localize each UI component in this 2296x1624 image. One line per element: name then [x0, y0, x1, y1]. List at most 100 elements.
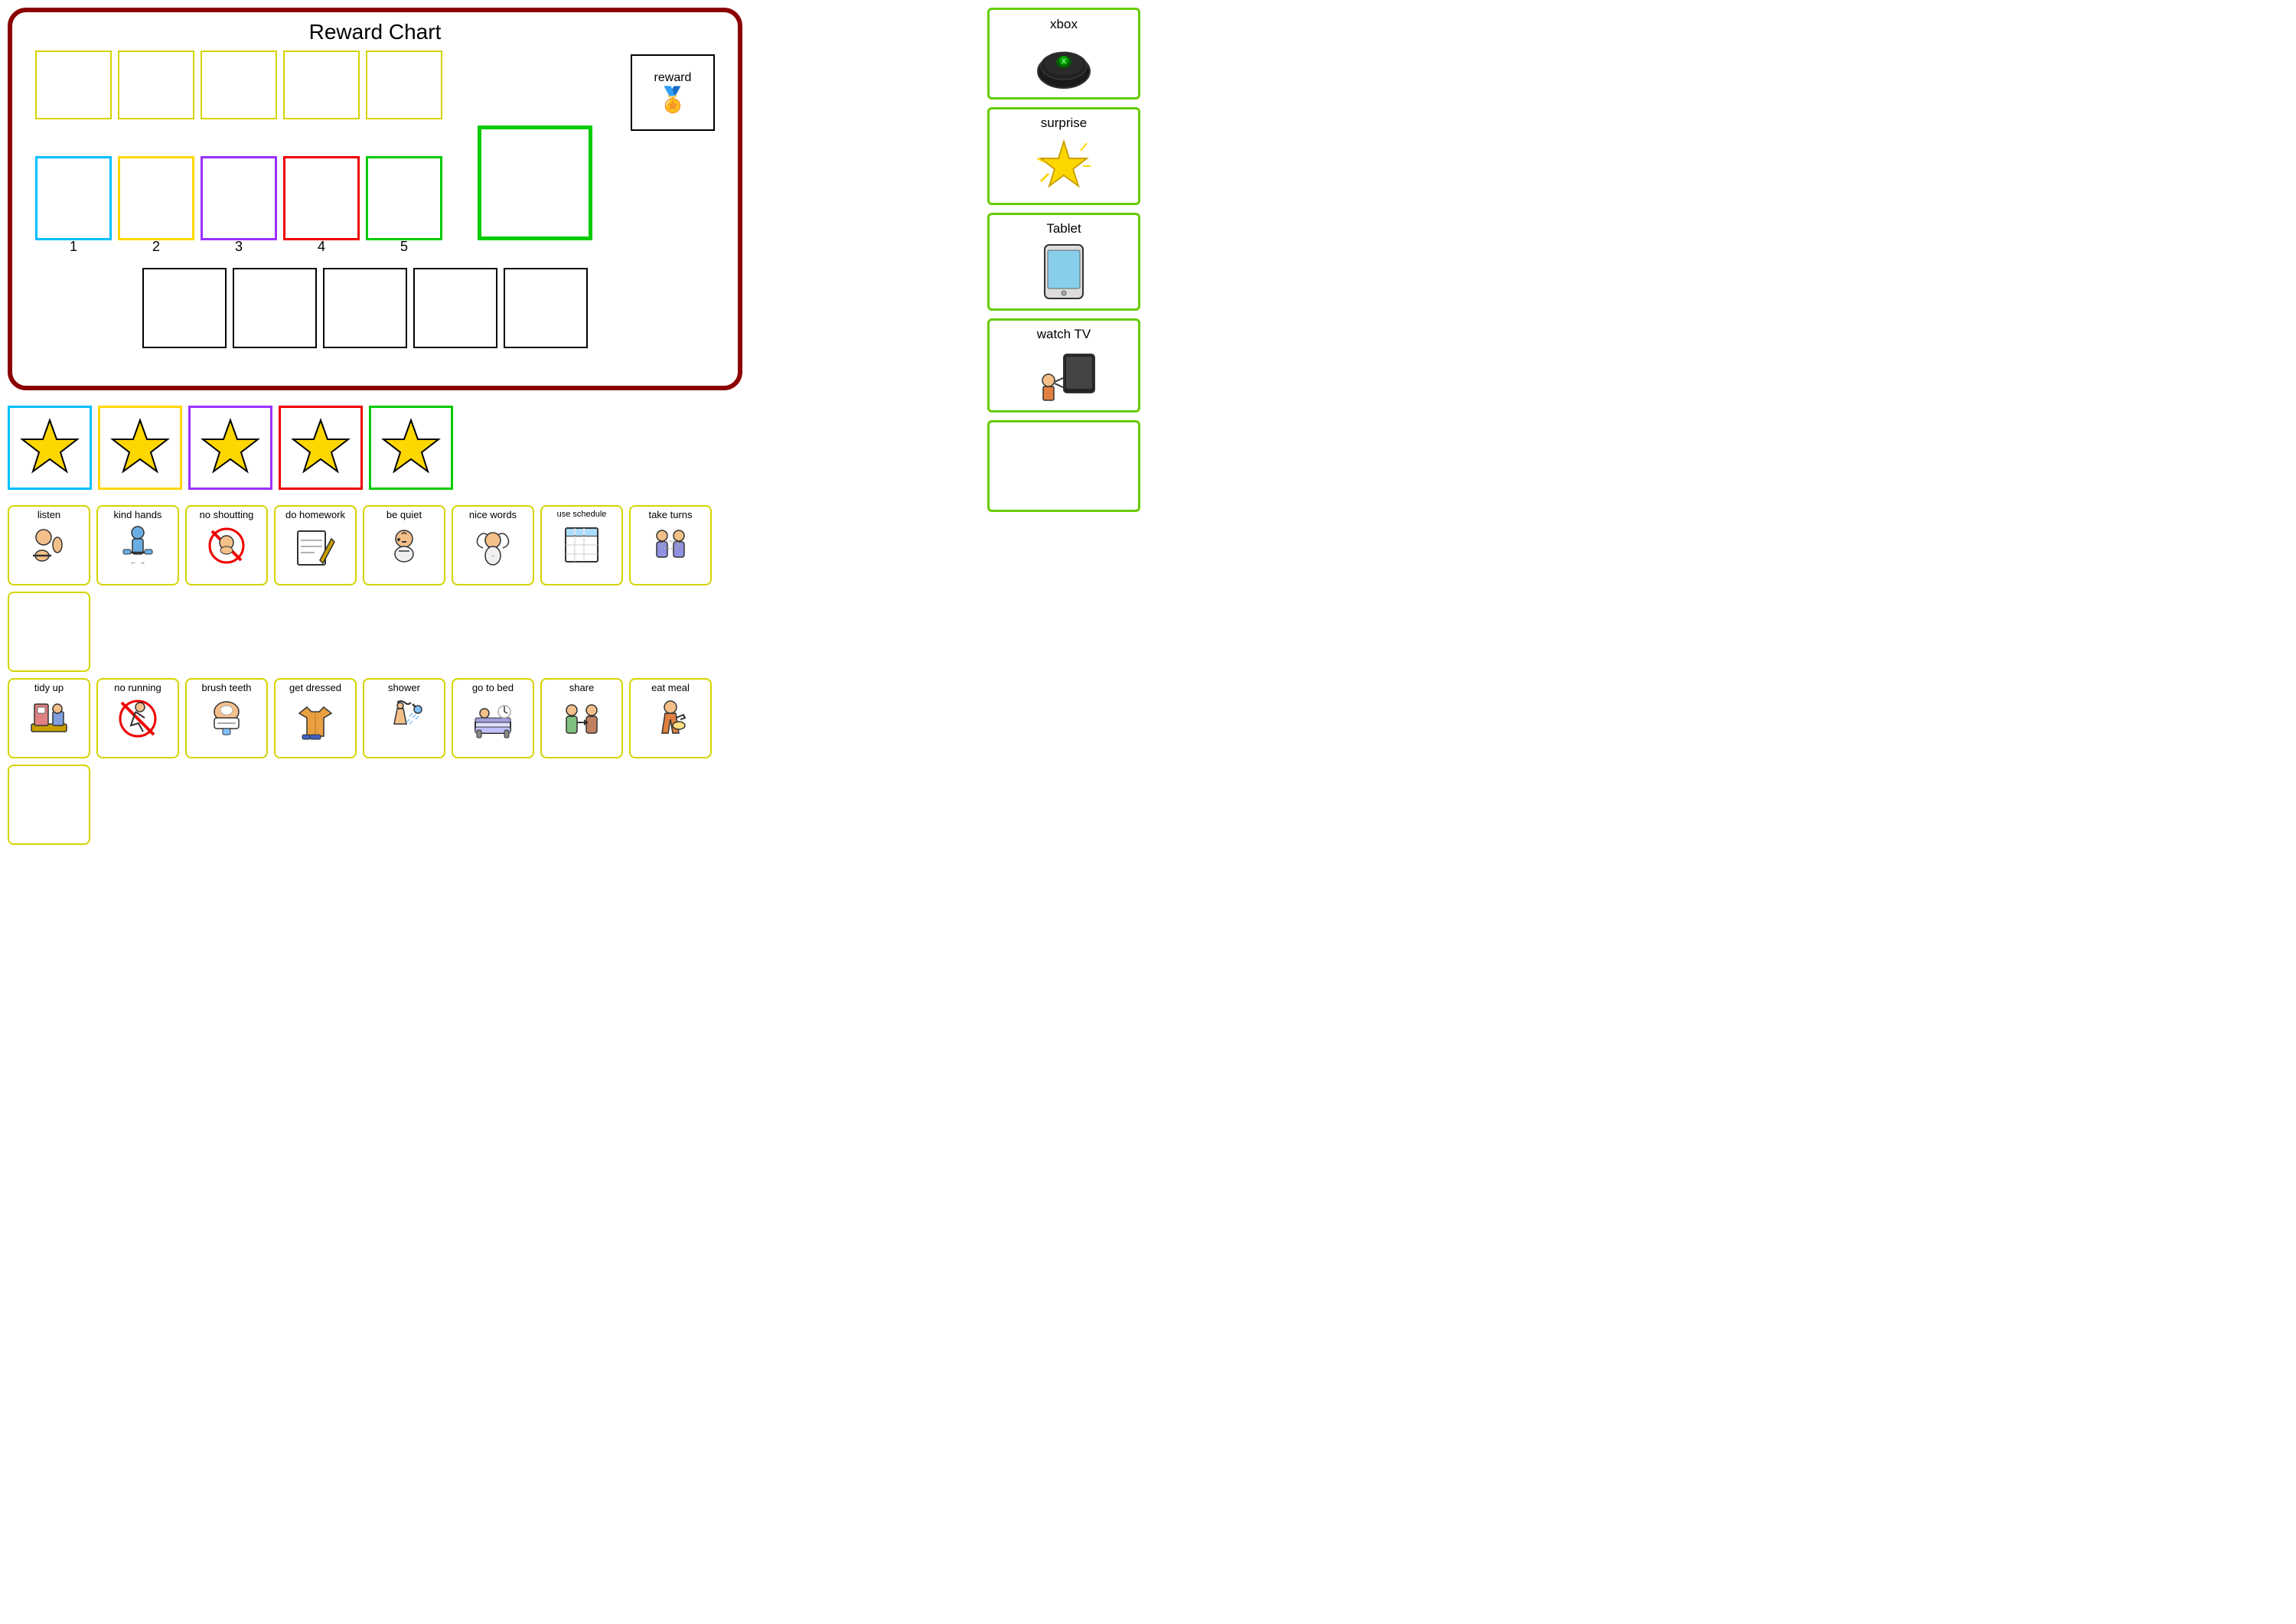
reward-blank[interactable] — [987, 420, 1140, 512]
star-icon-5 — [380, 417, 442, 478]
card-get-dressed-label: get dressed — [289, 683, 341, 693]
card-tidy-up-label: tidy up — [34, 683, 64, 693]
share-icon — [558, 695, 605, 742]
top-box-1[interactable] — [35, 51, 112, 119]
go-to-bed-icon — [469, 695, 517, 742]
card-use-schedule[interactable]: use schedule — [540, 505, 623, 585]
reward-surprise-label: surprise — [1041, 116, 1087, 131]
star-purple[interactable] — [188, 406, 272, 490]
surprise-icon — [1033, 135, 1094, 197]
card-no-running-label: no running — [114, 683, 161, 693]
card-do-homework-label: do homework — [285, 510, 345, 520]
card-listen[interactable]: listen — [8, 505, 90, 585]
card-blank-2[interactable] — [8, 765, 90, 845]
reward-chart: Reward Chart reward 🏅 1 2 3 4 5 — [8, 8, 742, 390]
bottom-box-4[interactable] — [413, 268, 497, 348]
bottom-box-2[interactable] — [233, 268, 317, 348]
colored-boxes-row: 1 2 3 4 5 — [20, 126, 730, 240]
tidy-up-icon — [25, 695, 73, 742]
colored-box-2[interactable]: 2 — [118, 156, 194, 240]
use-schedule-icon — [558, 520, 605, 568]
no-running-icon — [114, 695, 161, 742]
star-green[interactable] — [369, 406, 453, 490]
card-share-label: share — [569, 683, 595, 693]
card-eat-meal[interactable]: eat meal — [629, 678, 712, 758]
star-icon-1 — [19, 417, 80, 478]
colored-box-3[interactable]: 3 — [201, 156, 277, 240]
card-shower[interactable]: shower — [363, 678, 445, 758]
card-no-running[interactable]: no running — [96, 678, 179, 758]
card-be-quiet-label: be quiet — [386, 510, 422, 520]
star-cyan[interactable] — [8, 406, 92, 490]
no-shouting-icon — [203, 522, 250, 569]
reward-display-box: reward 🏅 — [631, 54, 715, 131]
reward-surprise[interactable]: surprise — [987, 107, 1140, 205]
large-green-box[interactable] — [478, 126, 592, 240]
brush-teeth-icon — [203, 695, 250, 742]
star-icon-2 — [109, 417, 171, 478]
card-share[interactable]: share — [540, 678, 623, 758]
reward-label: reward — [654, 71, 692, 85]
cards-row-1: listen kind hands ← → — [8, 505, 742, 672]
card-blank-1[interactable] — [8, 592, 90, 672]
card-tidy-up[interactable]: tidy up — [8, 678, 90, 758]
box-num-3: 3 — [235, 239, 243, 255]
box-num-1: 1 — [70, 239, 77, 255]
card-go-to-bed-label: go to bed — [472, 683, 514, 693]
top-box-4[interactable] — [283, 51, 360, 119]
eat-meal-icon — [647, 695, 694, 742]
card-go-to-bed[interactable]: go to bed — [452, 678, 534, 758]
svg-text:~: ~ — [491, 553, 495, 561]
reward-tablet-label: Tablet — [1046, 221, 1081, 236]
behavior-cards-section: listen kind hands ← → — [8, 505, 742, 851]
card-listen-label: listen — [38, 510, 60, 520]
box-num-2: 2 — [152, 239, 160, 255]
colored-box-4[interactable]: 4 — [283, 156, 360, 240]
card-take-turns[interactable]: take turns — [629, 505, 712, 585]
colored-box-1[interactable]: 1 — [35, 156, 112, 240]
reward-xbox[interactable]: xbox X — [987, 8, 1140, 99]
box-num-4: 4 — [318, 239, 325, 255]
card-brush-teeth-label: brush teeth — [201, 683, 251, 693]
card-take-turns-label: take turns — [648, 510, 692, 520]
reward-watch-tv[interactable]: watch TV — [987, 318, 1140, 413]
svg-text:← →: ← → — [130, 558, 146, 566]
card-kind-hands[interactable]: kind hands ← → — [96, 505, 179, 585]
bottom-box-3[interactable] — [323, 268, 407, 348]
colored-box-5[interactable]: 5 — [366, 156, 442, 240]
star-yellow[interactable] — [98, 406, 182, 490]
card-get-dressed[interactable]: get dressed — [274, 678, 357, 758]
star-red[interactable] — [279, 406, 363, 490]
cards-row-2: tidy up no running — [8, 678, 742, 845]
top-box-2[interactable] — [118, 51, 194, 119]
top-boxes-row — [20, 51, 730, 119]
bottom-box-1[interactable] — [142, 268, 227, 348]
nice-words-icon: ~ — [469, 522, 517, 569]
be-quiet-icon — [380, 522, 428, 569]
card-nice-words-label: nice words — [469, 510, 517, 520]
listen-icon — [25, 522, 73, 569]
top-box-5[interactable] — [366, 51, 442, 119]
card-no-shouting-label: no shoutting — [200, 510, 254, 520]
kind-hands-icon: ← → — [114, 522, 161, 569]
reward-icon: 🏅 — [657, 85, 688, 114]
tablet-icon — [1037, 241, 1091, 302]
reward-xbox-label: xbox — [1050, 17, 1078, 32]
card-eat-meal-label: eat meal — [651, 683, 690, 693]
star-icon-3 — [200, 417, 261, 478]
reward-watch-tv-label: watch TV — [1037, 327, 1091, 342]
card-no-shouting[interactable]: no shoutting — [185, 505, 268, 585]
bottom-box-5[interactable] — [504, 268, 588, 348]
card-shower-label: shower — [388, 683, 420, 693]
card-be-quiet[interactable]: be quiet — [363, 505, 445, 585]
reward-tablet[interactable]: Tablet — [987, 213, 1140, 311]
card-do-homework[interactable]: do homework — [274, 505, 357, 585]
card-brush-teeth[interactable]: brush teeth — [185, 678, 268, 758]
bottom-boxes-row — [20, 268, 730, 348]
watch-tv-icon — [1029, 347, 1098, 404]
get-dressed-icon — [292, 695, 339, 742]
chart-title: Reward Chart — [20, 20, 730, 44]
card-nice-words[interactable]: nice words ~ — [452, 505, 534, 585]
do-homework-icon — [292, 522, 339, 569]
top-box-3[interactable] — [201, 51, 277, 119]
